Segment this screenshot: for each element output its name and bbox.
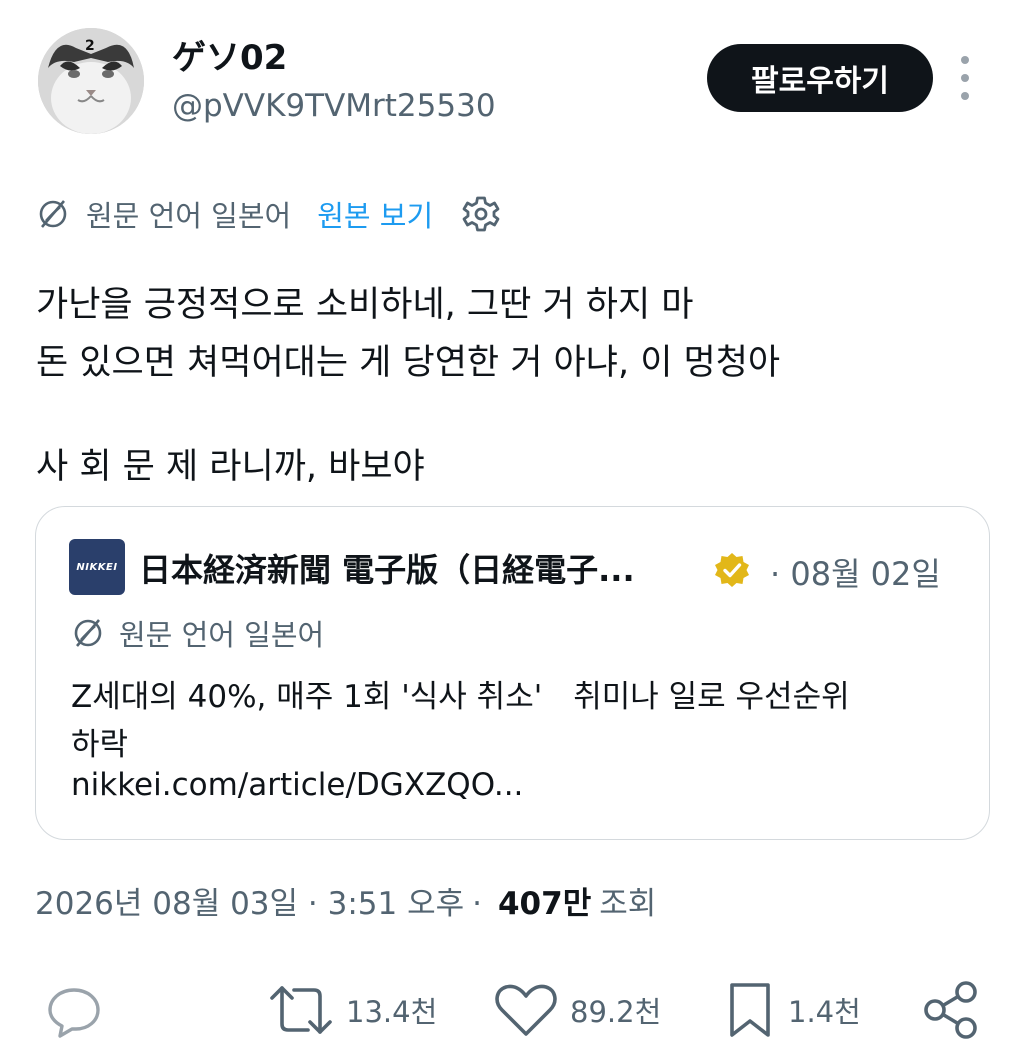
quoted-original-language-label: 원문 언어 일본어 xyxy=(119,618,325,652)
like-count: 89.2천 xyxy=(570,995,662,1029)
reply-button[interactable] xyxy=(44,975,104,1045)
quoted-author-name: 日本経済新聞 電子版（日経電子... xyxy=(139,551,635,589)
more-icon[interactable] xyxy=(952,56,978,100)
show-original-link[interactable]: 원본 보기 xyxy=(317,193,433,235)
like-icon xyxy=(495,984,557,1036)
meta-separator: · xyxy=(472,886,482,922)
tweet-text-line: 가난을 긍정적으로 소비하네, 그딴 거 하지 마 xyxy=(36,285,694,325)
follow-button[interactable]: 팔로우하기 xyxy=(707,44,933,112)
translation-notice: 원문 언어 일본어 원본 보기 xyxy=(36,192,501,236)
verified-badge-icon xyxy=(715,553,749,587)
reply-icon xyxy=(48,988,100,1038)
quoted-date: · 08월 02일 xyxy=(770,555,941,593)
translate-globe-icon xyxy=(39,200,67,228)
svg-text:2: 2 xyxy=(85,38,95,54)
share-button[interactable] xyxy=(920,975,982,1045)
avatar[interactable]: 2 xyxy=(38,28,144,134)
quoted-tweet-card[interactable]: NIKKEI 日本経済新聞 電子版（日経電子... · 08월 02일 원문 언… xyxy=(35,506,990,840)
quoted-link[interactable]: nikkei.com/article/DGXZQO... xyxy=(71,767,523,803)
tweet-text-line: 사 회 문 제 라니까, 바보야 xyxy=(36,447,425,487)
views-count: 407만 xyxy=(497,886,592,922)
retweet-icon xyxy=(270,986,332,1034)
action-bar: 13.4천 89.2천 1.4천 xyxy=(0,975,1024,1045)
tweet-meta: 2026년 08월 03일 · 3:51 오후 · 407만 조회 xyxy=(35,878,656,923)
display-name[interactable]: ゲソ02 xyxy=(172,30,287,79)
bookmark-button[interactable]: 1.4천 xyxy=(724,975,861,1045)
bookmark-icon xyxy=(730,983,770,1037)
share-icon xyxy=(924,981,977,1039)
retweet-count: 13.4천 xyxy=(346,995,438,1029)
quoted-translation-notice: 원문 언어 일본어 xyxy=(71,611,324,655)
views-label: 조회 xyxy=(599,886,657,922)
tweet-text-line: 돈 있으면 쳐먹어대는 게 당연한 거 아냐, 이 멍청아 xyxy=(36,343,781,383)
retweet-button[interactable]: 13.4천 xyxy=(268,975,437,1045)
translate-globe-icon xyxy=(74,619,102,647)
settings-gear-icon[interactable] xyxy=(461,194,501,234)
tweet-timestamp[interactable]: 2026년 08월 03일 · 3:51 오후 xyxy=(35,878,464,923)
user-handle[interactable]: @pVVK9TVMrt25530 xyxy=(172,88,496,124)
like-button[interactable]: 89.2천 xyxy=(494,975,661,1045)
nikkei-logo: NIKKEI xyxy=(69,539,125,595)
quoted-text-line: Z세대의 40%, 매주 1회 '식사 취소' 취미나 일로 우선순위 xyxy=(71,679,850,715)
bookmark-count: 1.4천 xyxy=(788,995,861,1029)
quoted-text-line: 하락 xyxy=(71,727,129,763)
original-language-label: 원문 언어 일본어 xyxy=(86,199,292,233)
